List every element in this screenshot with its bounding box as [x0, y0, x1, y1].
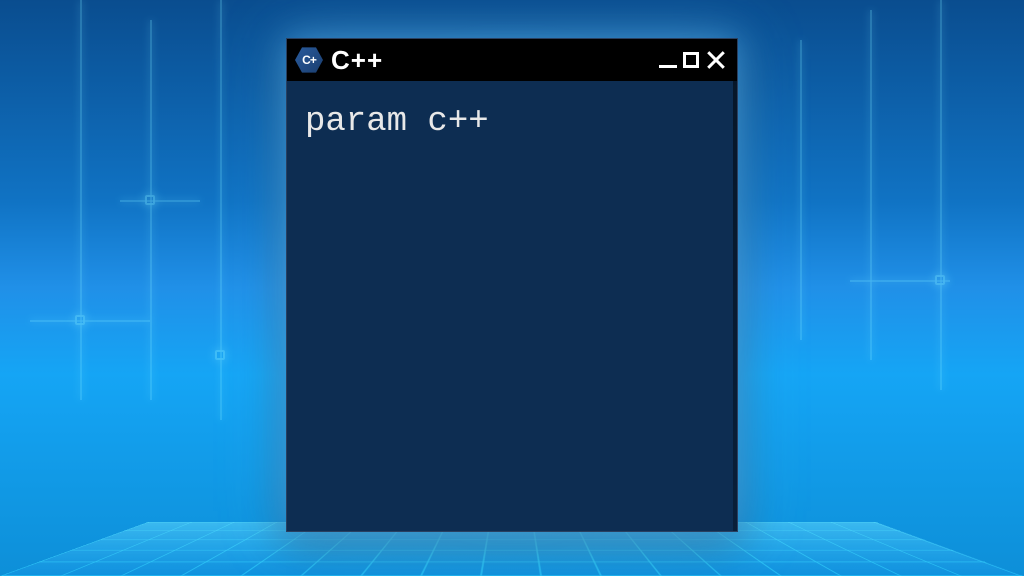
window-title: C++	[331, 45, 659, 76]
maximize-button[interactable]	[683, 52, 699, 68]
circuit-node	[75, 315, 85, 325]
circuit-node	[145, 195, 155, 205]
circuit-line	[80, 0, 82, 400]
circuit-line	[800, 40, 802, 340]
terminal-body[interactable]: param c++	[287, 81, 737, 531]
circuit-node	[215, 350, 225, 360]
terminal-window: C++ param c++	[286, 38, 738, 532]
close-button[interactable]	[705, 49, 727, 71]
circuit-line	[120, 200, 200, 202]
cpp-hex-icon	[295, 46, 323, 74]
window-controls	[659, 49, 727, 71]
circuit-line	[150, 20, 152, 400]
circuit-node	[935, 275, 945, 285]
terminal-content: param c++	[305, 103, 719, 141]
circuit-line	[940, 0, 942, 390]
title-bar[interactable]: C++	[287, 39, 737, 81]
circuit-line	[30, 320, 150, 322]
minimize-button[interactable]	[659, 65, 677, 68]
circuit-line	[870, 10, 872, 360]
